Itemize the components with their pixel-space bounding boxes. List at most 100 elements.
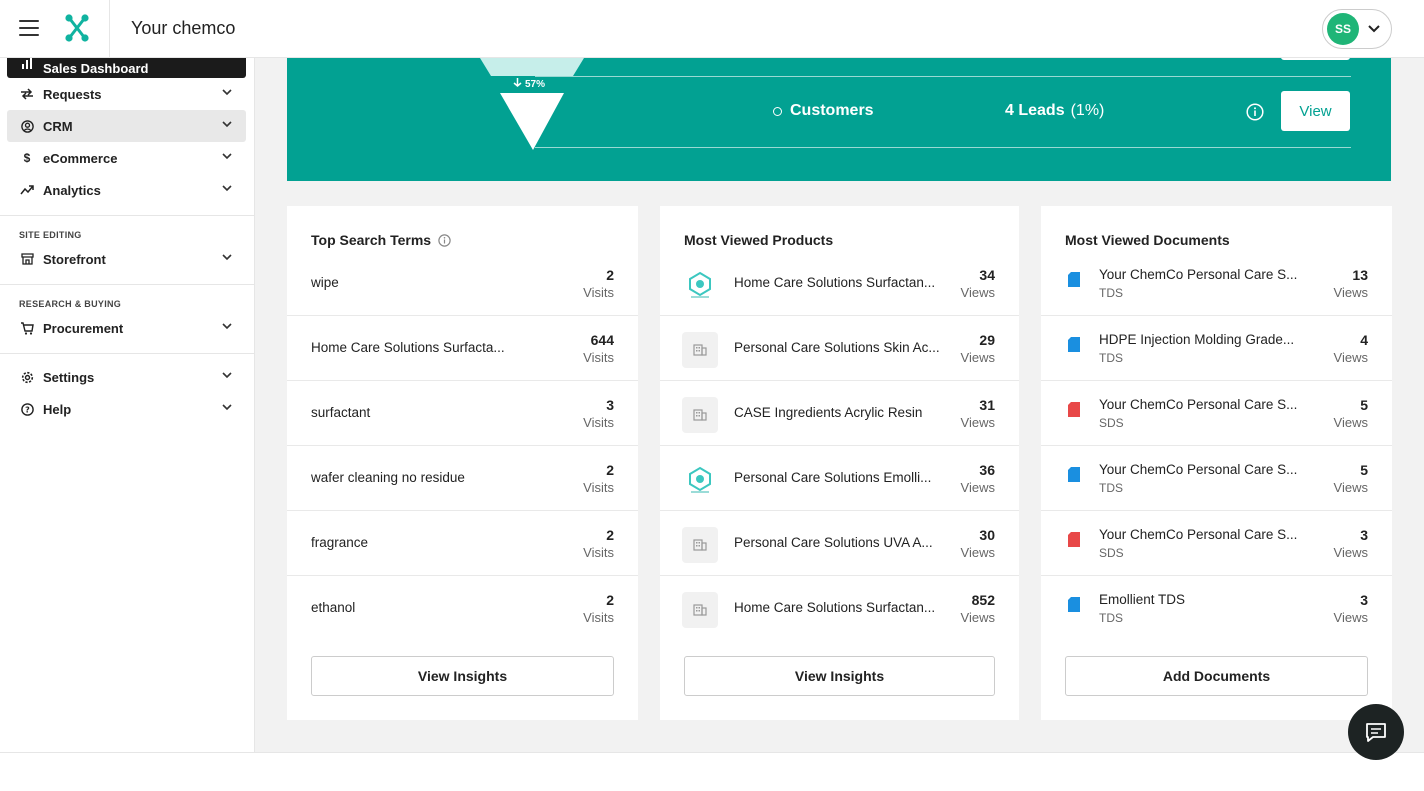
- view-unit: Views: [960, 285, 995, 300]
- view-count: 5: [1360, 397, 1368, 413]
- search-term: ethanol: [311, 600, 356, 615]
- visit-unit: Visits: [583, 480, 614, 495]
- sidebar-item-label: Settings: [43, 369, 95, 385]
- stage-leads-count: 4 Leads: [1005, 102, 1065, 119]
- sidebar-item-settings[interactable]: Settings: [7, 361, 246, 393]
- sidebar-item-label: Requests: [43, 86, 102, 102]
- document-type: TDS: [1099, 286, 1123, 300]
- sidebar-item-label: Sales Dashboard: [43, 60, 149, 76]
- view-unit: Views: [1333, 545, 1368, 560]
- sidebar: Sales Dashboard Requests CRM $ eCommerce…: [0, 48, 255, 752]
- bar-chart-icon: [20, 56, 34, 70]
- menu-icon[interactable]: [19, 20, 39, 36]
- list-item[interactable]: Emollient TDS TDS 3 Views: [1041, 576, 1392, 641]
- svg-text:?: ?: [25, 405, 30, 414]
- sidebar-item-label: Storefront: [43, 251, 106, 267]
- search-term: surfactant: [311, 405, 371, 420]
- visit-count: 2: [606, 462, 614, 478]
- view-unit: Views: [1333, 285, 1368, 300]
- funnel-stage-leads: 4 Leads (1%): [1005, 102, 1104, 120]
- list-item[interactable]: Home Care Solutions Surfactan... 34 View…: [660, 251, 1019, 316]
- view-unit: Views: [960, 480, 995, 495]
- view-count: 5: [1360, 462, 1368, 478]
- building-icon: [682, 332, 718, 368]
- list-item[interactable]: ethanol 2 Visits: [287, 576, 638, 641]
- view-count: 4: [1360, 332, 1368, 348]
- topbar-divider: [109, 0, 110, 58]
- view-count: 30: [979, 527, 995, 543]
- sidebar-item-help[interactable]: ? Help: [7, 393, 246, 425]
- sidebar-item-storefront[interactable]: Storefront: [7, 243, 246, 275]
- list-item[interactable]: Personal Care Solutions UVA A... 30 View…: [660, 511, 1019, 576]
- list-item[interactable]: wipe 2 Visits: [287, 251, 638, 316]
- stage-name-label: Customers: [790, 102, 874, 119]
- view-unit: Views: [960, 350, 995, 365]
- list-item[interactable]: Home Care Solutions Surfactan... 852 Vie…: [660, 576, 1019, 641]
- list-item[interactable]: Your ChemCo Personal Care S... TDS 5 Vie…: [1041, 446, 1392, 511]
- list-item[interactable]: HDPE Injection Molding Grade... TDS 4 Vi…: [1041, 316, 1392, 381]
- knowde-logo[interactable]: [64, 14, 90, 42]
- sidebar-item-requests[interactable]: Requests: [7, 78, 246, 110]
- sales-funnel: 57% Customers 4 Leads (1%) View: [287, 58, 1391, 181]
- product-name: CASE Ingredients Acrylic Resin: [734, 405, 923, 420]
- list-item[interactable]: wafer cleaning no residue 2 Visits: [287, 446, 638, 511]
- user-menu-button[interactable]: SS: [1322, 9, 1392, 49]
- view-unit: Views: [960, 545, 995, 560]
- visit-unit: Visits: [583, 415, 614, 430]
- add-documents-button[interactable]: Add Documents: [1065, 656, 1368, 696]
- sidebar-item-analytics[interactable]: Analytics: [7, 174, 246, 206]
- info-icon[interactable]: [438, 233, 451, 247]
- product-name: Personal Care Solutions Emolli...: [734, 470, 932, 485]
- sidebar-item-procurement[interactable]: Procurement: [7, 312, 246, 344]
- document-type: TDS: [1099, 611, 1123, 625]
- card-title: Top Search Terms: [311, 232, 451, 248]
- sidebar-item-label: Help: [43, 401, 72, 417]
- stage-dot-icon: [773, 106, 782, 116]
- list-item[interactable]: Your ChemCo Personal Care S... TDS 13 Vi…: [1041, 251, 1392, 316]
- product-logo-icon: [682, 462, 718, 498]
- visit-unit: Visits: [583, 610, 614, 625]
- document-icon: [1068, 402, 1080, 417]
- list-item[interactable]: CASE Ingredients Acrylic Resin 31 Views: [660, 381, 1019, 446]
- view-unit: Views: [1333, 350, 1368, 365]
- conversion-percent: 57%: [513, 78, 545, 90]
- list-item[interactable]: Personal Care Solutions Emolli... 36 Vie…: [660, 446, 1019, 511]
- view-count: 13: [1352, 267, 1368, 283]
- sidebar-item-ecommerce[interactable]: $ eCommerce: [7, 142, 246, 174]
- chevron-down-icon: [222, 254, 232, 261]
- chat-button[interactable]: [1348, 704, 1404, 760]
- footer-strip: [0, 752, 1424, 791]
- sidebar-item-crm[interactable]: CRM: [7, 110, 246, 142]
- card-title: Most Viewed Products: [684, 232, 834, 248]
- chevron-down-icon: [222, 404, 232, 411]
- document-type: TDS: [1099, 351, 1123, 365]
- view-count: 3: [1360, 527, 1368, 543]
- view-insights-button[interactable]: View Insights: [311, 656, 614, 696]
- list-item[interactable]: Your ChemCo Personal Care S... SDS 3 Vie…: [1041, 511, 1392, 576]
- visit-count: 2: [606, 267, 614, 283]
- document-name: Your ChemCo Personal Care S...: [1099, 527, 1298, 542]
- document-name: Emollient TDS: [1099, 592, 1186, 607]
- swap-icon: [20, 87, 34, 101]
- list-item[interactable]: Your ChemCo Personal Care S... SDS 5 Vie…: [1041, 381, 1392, 446]
- list-item[interactable]: surfactant 3 Visits: [287, 381, 638, 446]
- list-item[interactable]: Home Care Solutions Surfacta... 644 Visi…: [287, 316, 638, 381]
- view-count: 31: [979, 397, 995, 413]
- info-icon[interactable]: [1246, 103, 1264, 121]
- visit-unit: Visits: [583, 350, 614, 365]
- user-circle-icon: [20, 119, 34, 133]
- list-item[interactable]: fragrance 2 Visits: [287, 511, 638, 576]
- company-name: Your chemco: [131, 18, 236, 38]
- arrow-down-icon: [513, 78, 522, 87]
- view-count: 36: [979, 462, 995, 478]
- list-item[interactable]: Personal Care Solutions Skin Ac... 29 Vi…: [660, 316, 1019, 381]
- building-icon: [682, 527, 718, 563]
- view-insights-button[interactable]: View Insights: [684, 656, 995, 696]
- view-unit: Views: [960, 610, 995, 625]
- sidebar-item-label: Analytics: [43, 182, 101, 198]
- view-customers-button[interactable]: View: [1281, 91, 1350, 131]
- document-name: Your ChemCo Personal Care S...: [1099, 267, 1298, 282]
- view-button-previous[interactable]: [1281, 58, 1350, 60]
- view-unit: Views: [1333, 610, 1368, 625]
- visit-count: 3: [606, 397, 614, 413]
